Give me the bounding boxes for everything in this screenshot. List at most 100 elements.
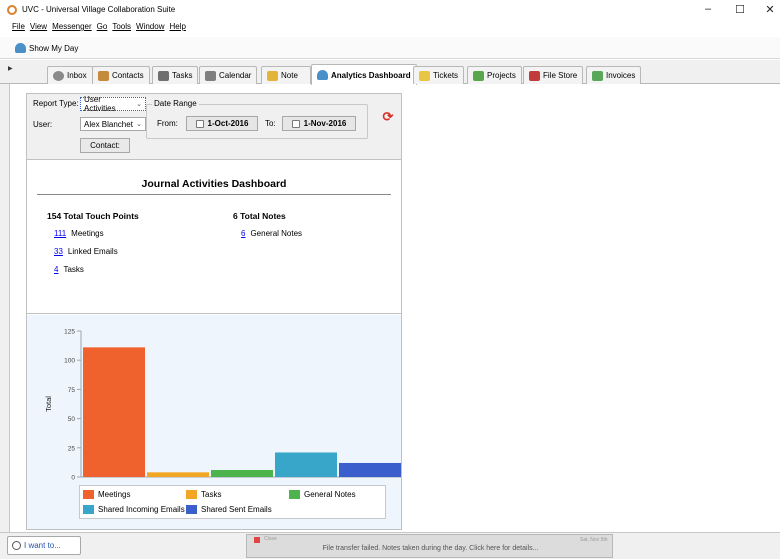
legend-item: Tasks xyxy=(186,490,221,499)
touch-points-title: 154 Total Touch Points xyxy=(47,211,139,221)
report-type-value: User Activities xyxy=(84,95,116,113)
tab-label: Note xyxy=(281,71,298,80)
menu-window[interactable]: Window xyxy=(135,22,165,31)
menu-go[interactable]: Go xyxy=(96,22,109,31)
chart-plot: 0 25 50 75 100 125 Total xyxy=(44,329,401,482)
tab-strip: ▶ Inbox Contacts Tasks Calendar Note Ana… xyxy=(0,60,780,85)
legend-item: Shared Sent Emails xyxy=(186,505,272,514)
report-type-select[interactable]: User Activities ⌄ xyxy=(80,95,146,113)
analytics-panel: Report Type: User Activities ⌄ User: Ale… xyxy=(26,93,402,530)
meetings-count-link[interactable]: 111 xyxy=(54,229,66,238)
to-date-value: 1-Nov-2016 xyxy=(303,119,347,128)
bar-tasks xyxy=(147,472,209,477)
bar-shared-sent-emails xyxy=(339,462,401,477)
invoices-icon xyxy=(592,70,603,81)
notes-title: 6 Total Notes xyxy=(233,211,286,221)
bar-shared-incoming-emails xyxy=(275,452,337,477)
list-item: 33 Linked Emails xyxy=(54,247,118,256)
refresh-icon[interactable]: ⟳ xyxy=(381,110,395,124)
maximize-button[interactable]: ☐ xyxy=(730,3,750,17)
tab-label: Tasks xyxy=(172,71,193,80)
menu-view[interactable]: View xyxy=(29,22,48,31)
divider xyxy=(37,194,391,195)
contact-button[interactable]: Contact: xyxy=(80,138,130,153)
filter-section: Report Type: User Activities ⌄ User: Ale… xyxy=(27,94,401,160)
tab-tickets[interactable]: Tickets xyxy=(413,66,465,84)
y-tick-label: 75 xyxy=(68,387,76,394)
date-range-label: Date Range xyxy=(152,99,199,108)
legend-item: General Notes xyxy=(289,490,356,499)
legend-label: Tasks xyxy=(201,490,222,499)
menu-tools[interactable]: Tools xyxy=(111,22,132,31)
notification-toast[interactable]: Close File transfer failed. Notes taken … xyxy=(246,534,613,558)
tab-tasks[interactable]: Tasks xyxy=(152,66,199,84)
bar-general-notes xyxy=(211,469,273,477)
notification-message: File transfer failed. Notes taken during… xyxy=(322,545,539,552)
to-date-picker[interactable]: 1-Nov-2016 xyxy=(282,116,356,131)
calendar-icon xyxy=(291,119,300,128)
expand-arrow-icon[interactable]: ▶ xyxy=(8,65,13,72)
menu-bar: File View Messenger Go Tools Window Help xyxy=(0,22,780,35)
close-icon[interactable] xyxy=(254,537,260,543)
tab-label: Analytics Dashboard xyxy=(331,70,411,80)
from-date-picker[interactable]: 1-Oct-2016 xyxy=(186,116,258,131)
y-tick-label: 100 xyxy=(64,358,75,365)
tasks-icon xyxy=(158,70,169,81)
tab-calendar[interactable]: Calendar xyxy=(199,66,258,84)
list-item-label: Linked Emails xyxy=(67,247,118,256)
show-my-day-label: Show My Day xyxy=(29,43,79,53)
legend-swatch xyxy=(83,490,94,499)
contacts-icon xyxy=(98,70,109,81)
analytics-icon xyxy=(15,43,26,53)
menu-help[interactable]: Help xyxy=(168,22,186,31)
show-my-day-button[interactable]: Show My Day xyxy=(15,41,78,55)
tab-projects[interactable]: Projects xyxy=(467,66,522,84)
tab-label: File Store xyxy=(543,71,578,80)
y-tick-label: 0 xyxy=(71,475,75,482)
menu-messenger[interactable]: Messenger xyxy=(51,22,93,31)
note-icon xyxy=(267,70,278,81)
chart-legend: Meetings Tasks General Notes Shared Inco… xyxy=(79,485,386,519)
i-want-to-button[interactable]: I want to... xyxy=(7,536,81,555)
minimize-button[interactable]: – xyxy=(698,3,718,17)
report-type-label: Report Type: xyxy=(33,99,79,108)
legend-label: Shared Incoming Emails xyxy=(98,505,185,514)
list-item: 4 Tasks xyxy=(54,265,84,274)
bar-meetings xyxy=(83,347,145,477)
title-bar: UVC - Universal Village Collaboration Su… xyxy=(0,0,780,22)
legend-swatch xyxy=(186,505,197,514)
legend-swatch xyxy=(186,490,197,499)
tab-analytics-dashboard[interactable]: Analytics Dashboard xyxy=(311,64,417,85)
general-notes-count-link[interactable]: 6 xyxy=(241,229,245,238)
y-tick-label: 25 xyxy=(68,445,76,452)
from-label: From: xyxy=(157,119,178,128)
analytics-icon xyxy=(317,70,328,80)
user-label: User: xyxy=(33,120,53,129)
close-window-button[interactable]: ✕ xyxy=(760,3,780,17)
from-date-value: 1-Oct-2016 xyxy=(207,119,249,128)
tab-label: Contacts xyxy=(112,71,144,80)
user-select[interactable]: Alex Blanchet ⌄ xyxy=(80,117,146,131)
tab-contacts[interactable]: Contacts xyxy=(92,66,150,84)
list-item: 111 Meetings xyxy=(54,229,104,238)
tab-note[interactable]: Note xyxy=(261,66,311,84)
legend-item: Shared Incoming Emails xyxy=(83,505,185,514)
left-rail xyxy=(0,84,10,532)
date-range-group: Date Range From: 1-Oct-2016 To: 1-Nov-20… xyxy=(146,99,368,139)
tasks-count-link[interactable]: 4 xyxy=(54,265,58,274)
tab-inbox[interactable]: Inbox xyxy=(47,66,93,84)
activity-chart: 0 25 50 75 100 125 Total Meetings Tasks Genera… xyxy=(27,315,401,529)
toolbar: Show My Day xyxy=(0,37,780,59)
chevron-down-icon: ⌄ xyxy=(136,101,142,108)
calendar-icon xyxy=(205,70,216,81)
status-bar: I want to... Close File transfer failed.… xyxy=(0,532,780,559)
list-item-label: Meetings xyxy=(71,229,104,238)
notification-date: Sat, Nov 5th xyxy=(580,537,608,543)
linked-emails-count-link[interactable]: 33 xyxy=(54,247,63,256)
tab-invoices[interactable]: Invoices xyxy=(586,66,642,84)
tab-file-store[interactable]: File Store xyxy=(523,66,584,84)
tab-label: Inbox xyxy=(67,71,87,80)
menu-file[interactable]: File xyxy=(11,22,26,31)
legend-label: General Notes xyxy=(304,490,356,499)
calendar-icon xyxy=(195,119,204,128)
